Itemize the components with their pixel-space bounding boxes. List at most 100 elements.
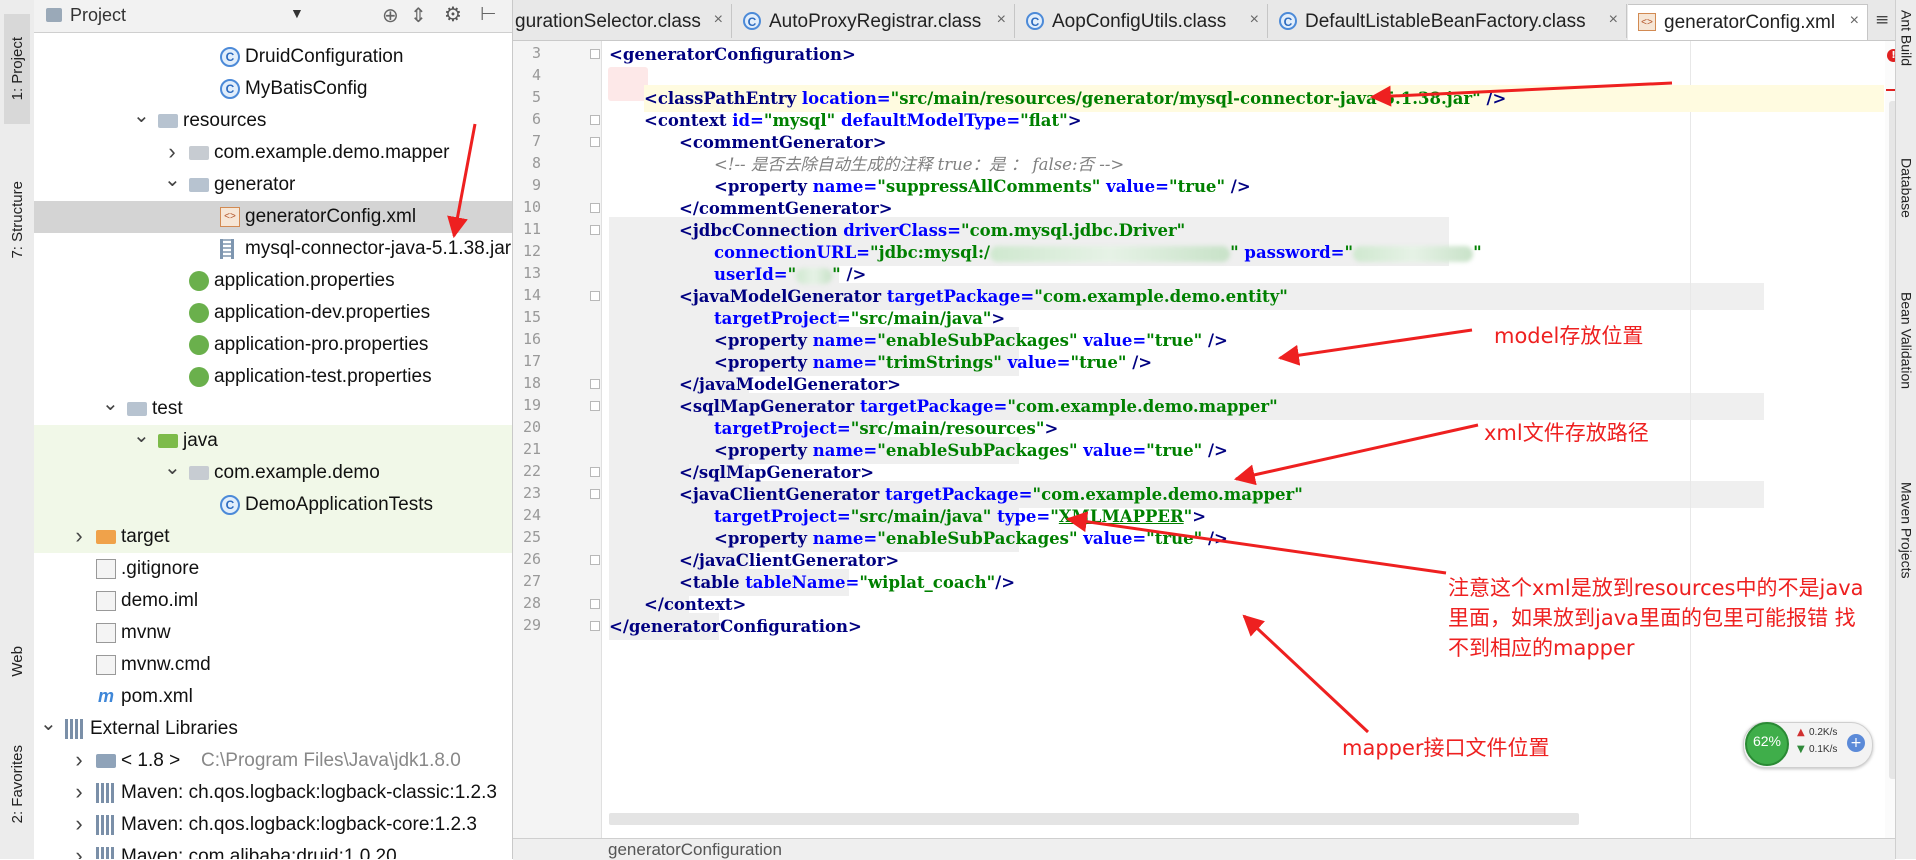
tree-row[interactable]: .gitignore — [34, 553, 512, 585]
tree-row[interactable]: <> generatorConfig.xml — [34, 201, 512, 233]
tab-list-menu-icon[interactable]: ≡ — [1875, 10, 1889, 30]
collapse-arrow-icon[interactable]: › — [71, 813, 87, 835]
tree-row[interactable]: › < 1.8 > C:\Program Files\Java\jdk1.8.0 — [34, 745, 512, 777]
tree-row[interactable]: › Maven: ch.qos.logback:logback-classic:1… — [34, 777, 512, 809]
fold-marker-icon[interactable] — [590, 467, 600, 477]
tab-generator-config-xml[interactable]: <> generatorConfig.xml × — [1628, 4, 1868, 40]
collapse-arrow-icon[interactable]: › — [71, 749, 87, 771]
library-icon — [96, 815, 116, 835]
class-icon: C — [1026, 12, 1044, 30]
tree-row[interactable]: C MyBatisConfig — [34, 73, 512, 105]
tree-row[interactable]: mvnw.cmd — [34, 649, 512, 681]
resources-folder-icon — [158, 114, 178, 128]
tree-row[interactable]: mvnw — [34, 617, 512, 649]
collapse-arrow-icon[interactable]: › — [71, 845, 87, 860]
collapse-arrow-icon[interactable]: › — [164, 141, 180, 163]
expand-arrow-icon[interactable]: ⌄ — [164, 170, 181, 195]
fold-marker-icon[interactable] — [590, 225, 600, 235]
collapse-arrow-icon[interactable]: › — [71, 525, 87, 547]
code-line-29: </generatorConfiguration> — [609, 617, 862, 636]
fold-marker-icon[interactable] — [590, 291, 600, 301]
tree-row[interactable]: ⌄ com.example.demo — [34, 457, 512, 489]
tree-row[interactable]: ⌄ test — [34, 393, 512, 425]
tree-row[interactable]: demo.iml — [34, 585, 512, 617]
tab-label: gurationSelector.class — [515, 11, 701, 32]
fold-marker-icon[interactable] — [590, 49, 600, 59]
tree-row[interactable]: › com.example.demo.mapper — [34, 137, 512, 169]
code-line-3: <generatorConfiguration> — [609, 45, 856, 64]
expand-arrow-icon[interactable]: ⌄ — [40, 714, 57, 739]
tree-row[interactable]: › Maven: com.alibaba:druid:1.0.20 — [34, 841, 512, 859]
breadcrumb[interactable]: generatorConfiguration — [608, 840, 782, 860]
horizontal-scrollbar[interactable] — [609, 813, 1579, 825]
tree-row[interactable]: › Maven: ch.qos.logback:logback-core:1.2.… — [34, 809, 512, 841]
tree-row[interactable]: mysql-connector-java-5.1.38.jar — [34, 233, 512, 265]
annotation-note-line-2: 里面，如果放到java里面的包里可能报错 找 — [1448, 606, 1856, 630]
fold-marker-icon[interactable] — [590, 599, 600, 609]
tool-tab-bean-validation[interactable]: Bean Validation — [1896, 292, 1916, 452]
tool-tab-ant-build[interactable]: Ant Build — [1896, 10, 1916, 126]
tool-tab-web[interactable]: Web — [4, 628, 30, 694]
fold-marker-icon[interactable] — [590, 137, 600, 147]
network-speed-widget[interactable]: 62% ▲ 0.2K/s ▼ 0.1K/s + — [1743, 722, 1873, 772]
properties-file-icon — [189, 367, 209, 387]
close-icon[interactable]: × — [1250, 11, 1259, 29]
class-icon: C — [743, 12, 761, 30]
chevron-down-icon[interactable]: ▼ — [290, 5, 304, 21]
tree-row[interactable]: application-dev.properties — [34, 297, 512, 329]
tab-default-listable-bean-factory[interactable]: C DefaultListableBeanFactory.class × — [1269, 4, 1627, 38]
fold-marker-icon[interactable] — [590, 115, 600, 125]
tree-row[interactable]: application-pro.properties — [34, 329, 512, 361]
expand-arrow-icon[interactable]: ⌄ — [133, 106, 150, 131]
expand-arrow-icon[interactable]: ⌄ — [102, 394, 119, 419]
tool-tab-favorites[interactable]: 2: Favorites — [4, 724, 30, 844]
fold-marker-icon[interactable] — [590, 379, 600, 389]
tool-tab-label: Maven Projects — [1898, 482, 1915, 579]
tool-tab-structure[interactable]: 7: Structure — [4, 150, 30, 290]
collapse-all-icon[interactable]: ⇕ — [410, 3, 427, 28]
line-number: 18 — [522, 374, 541, 392]
tree-row[interactable]: application.properties — [34, 265, 512, 297]
line-number: 13 — [522, 264, 541, 282]
fold-marker-icon[interactable] — [590, 489, 600, 499]
hide-panel-icon[interactable]: ⊢ — [480, 3, 497, 26]
locate-icon[interactable]: ⊕ — [382, 3, 399, 28]
tree-row[interactable]: C DruidConfiguration — [34, 41, 512, 73]
tree-row[interactable]: ⌄ java — [34, 425, 512, 457]
expand-icon[interactable]: + — [1847, 734, 1865, 752]
expand-arrow-icon[interactable]: ⌄ — [164, 458, 181, 483]
line-number: 25 — [522, 528, 541, 546]
tab-configuration-selector[interactable]: gurationSelector.class × — [513, 4, 732, 38]
tree-row[interactable]: application-test.properties — [34, 361, 512, 393]
tree-row[interactable]: ⌄ resources — [34, 105, 512, 137]
close-icon[interactable]: × — [714, 11, 723, 29]
fold-marker-icon[interactable] — [590, 401, 600, 411]
tree-row[interactable]: m pom.xml — [34, 681, 512, 713]
project-view-selector[interactable]: Project — [70, 5, 126, 26]
tree-item-label: mysql-connector-java-5.1.38.jar — [245, 238, 512, 259]
tool-tab-database[interactable]: Database — [1896, 158, 1916, 268]
expand-arrow-icon[interactable]: ⌄ — [133, 426, 150, 451]
class-icon: C — [220, 79, 240, 99]
gear-icon[interactable]: ⚙ — [444, 2, 462, 27]
tool-tab-web-label: Web — [8, 645, 26, 677]
collapse-arrow-icon[interactable]: › — [71, 781, 87, 803]
close-icon[interactable]: × — [1609, 11, 1618, 29]
close-icon[interactable]: × — [1850, 12, 1859, 30]
tool-tab-project[interactable]: 1: Project — [4, 14, 30, 124]
fold-marker-icon[interactable] — [590, 555, 600, 565]
code-editor[interactable]: 3 4 5 6 7 8 9 10 11 12 13 14 15 16 17 18 19 20 21 22 23 24 25 2… — [513, 41, 1885, 838]
tree-row[interactable]: ⌄ generator — [34, 169, 512, 201]
tree-row[interactable]: ⌄ External Libraries — [34, 713, 512, 745]
close-icon[interactable]: × — [997, 11, 1006, 29]
tree-row[interactable]: › target — [34, 521, 512, 553]
tab-auto-proxy-registrar[interactable]: C AutoProxyRegistrar.class × — [733, 4, 1015, 38]
tab-label: generatorConfig.xml — [1664, 12, 1836, 33]
fold-marker-icon[interactable] — [590, 621, 600, 631]
line-number: 12 — [522, 242, 541, 260]
fold-marker-icon[interactable] — [590, 203, 600, 213]
tree-row[interactable]: C DemoApplicationTests — [34, 489, 512, 521]
package-icon — [189, 146, 209, 160]
tool-tab-maven-projects[interactable]: Maven Projects — [1896, 482, 1916, 632]
tab-aop-config-utils[interactable]: C AopConfigUtils.class × — [1016, 4, 1268, 38]
